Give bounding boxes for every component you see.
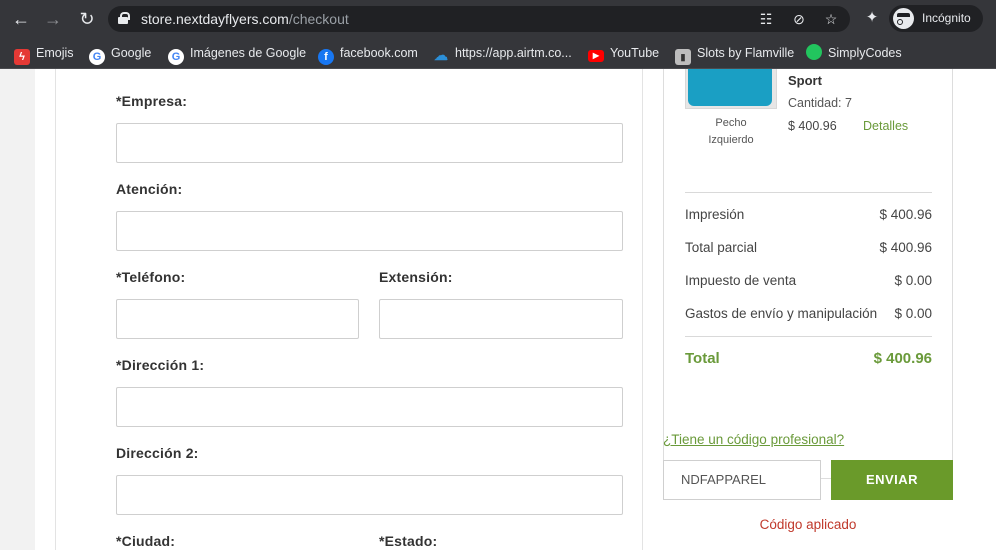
city-label: *Ciudad: (116, 533, 176, 549)
phone-input[interactable] (116, 299, 359, 339)
product-quantity: Cantidad: 7 (788, 96, 852, 110)
back-arrow-icon[interactable]: ← (10, 8, 32, 30)
bookmark-youtube[interactable]: ▶ YouTube (588, 43, 659, 63)
extension-input[interactable] (379, 299, 623, 339)
youtube-icon: ▶ (588, 50, 604, 62)
bookmark-emojis[interactable]: ϟ Emojis (14, 43, 74, 65)
state-label: *Estado: (379, 533, 438, 549)
checkout-page: *Empresa: Atención: *Teléfono: Extensión… (0, 69, 996, 550)
promo-code-link[interactable]: ¿Tiene un código profesional? (663, 432, 844, 447)
google-icon: G (168, 49, 184, 65)
lock-icon (118, 12, 130, 24)
translate-icon[interactable]: ☷ (757, 10, 775, 28)
product-name: Sport (788, 73, 822, 88)
address2-input[interactable] (116, 475, 623, 515)
lightning-icon: ϟ (14, 49, 30, 65)
bookmarks-bar: ϟ Emojis G Google G Imágenes de Google f fac… (0, 37, 996, 69)
attention-label: Atención: (116, 181, 183, 197)
reload-icon[interactable]: ↻ (76, 8, 98, 30)
bookmark-google-images[interactable]: G Imágenes de Google (168, 43, 306, 65)
summary-row-label: Total parcial (685, 240, 758, 255)
extension-label: Extensión: (379, 269, 453, 285)
summary-row-value: $ 400.96 (879, 240, 932, 255)
page-margin (35, 69, 55, 550)
bookmark-google[interactable]: G Google (89, 43, 151, 65)
shirt-image (688, 69, 772, 106)
extensions-puzzle-icon[interactable]: ✦ (862, 8, 882, 28)
google-icon: G (89, 49, 105, 65)
summary-row-value: $ 400.96 (879, 207, 932, 222)
phone-label: *Teléfono: (116, 269, 186, 285)
summary-row-label: Impuesto de venta (685, 273, 797, 288)
summary-row-value: $ 0.00 (894, 306, 932, 321)
star-icon[interactable]: ☆ (822, 10, 840, 28)
simplycodes-icon (806, 44, 822, 60)
company-label: *Empresa: (116, 93, 188, 109)
total-value: $ 400.96 (873, 350, 932, 367)
address1-label: *Dirección 1: (116, 357, 205, 373)
product-price: $ 400.96 (788, 119, 837, 133)
summary-row-value: $ 0.00 (894, 273, 932, 288)
address2-label: Dirección 2: (116, 445, 199, 461)
slots-icon: ▮ (675, 49, 691, 65)
bookmark-simplycodes[interactable]: SimplyCodes (806, 43, 902, 63)
product-caption-line2: Izquierdo (708, 134, 754, 146)
summary-row-label: Gastos de envío y manipulación (685, 306, 878, 321)
incognito-label: Incógnito (922, 11, 971, 25)
bookmark-facebook[interactable]: f facebook.com (318, 43, 418, 65)
attention-input[interactable] (116, 211, 623, 251)
address-bar[interactable]: store.nextdayflyers.com/checkout ☷ ⊘ ☆ (108, 6, 850, 32)
product-caption-line1: Pecho (715, 117, 747, 129)
url-text[interactable]: store.nextdayflyers.com/checkout (141, 11, 349, 27)
order-summary: Pecho Izquierdo Sport Cantidad: 7 $ 400.… (663, 69, 953, 479)
promo-submit-button[interactable]: ENVIAR (831, 460, 953, 500)
bookmark-airtm[interactable]: ☁ https://app.airtm.co... (433, 43, 572, 63)
incognito-icon (893, 8, 914, 29)
eye-off-icon[interactable]: ⊘ (790, 10, 808, 28)
divider (685, 336, 932, 337)
browser-toolbar: ← → ↻ store.nextdayflyers.com/checkout ☷… (0, 0, 996, 37)
promo-status-message: Código aplicado (759, 517, 857, 532)
product-details-link[interactable]: Detalles (863, 119, 908, 133)
facebook-icon: f (318, 49, 334, 65)
address1-input[interactable] (116, 387, 623, 427)
incognito-badge[interactable]: Incógnito (889, 5, 983, 32)
shipping-form: *Empresa: Atención: *Teléfono: Extensión… (55, 69, 643, 550)
company-input[interactable] (116, 123, 623, 163)
divider (685, 192, 932, 193)
forward-arrow-icon[interactable]: → (42, 8, 64, 30)
promo-code-input[interactable]: NDFAPPAREL (663, 460, 821, 500)
airtm-icon: ☁ (434, 47, 448, 63)
total-label: Total (685, 350, 720, 367)
product-thumbnail[interactable] (685, 69, 777, 109)
summary-row-label: Impresión (685, 207, 745, 222)
bookmark-slots[interactable]: ▮ Slots by Flamville (675, 43, 794, 65)
